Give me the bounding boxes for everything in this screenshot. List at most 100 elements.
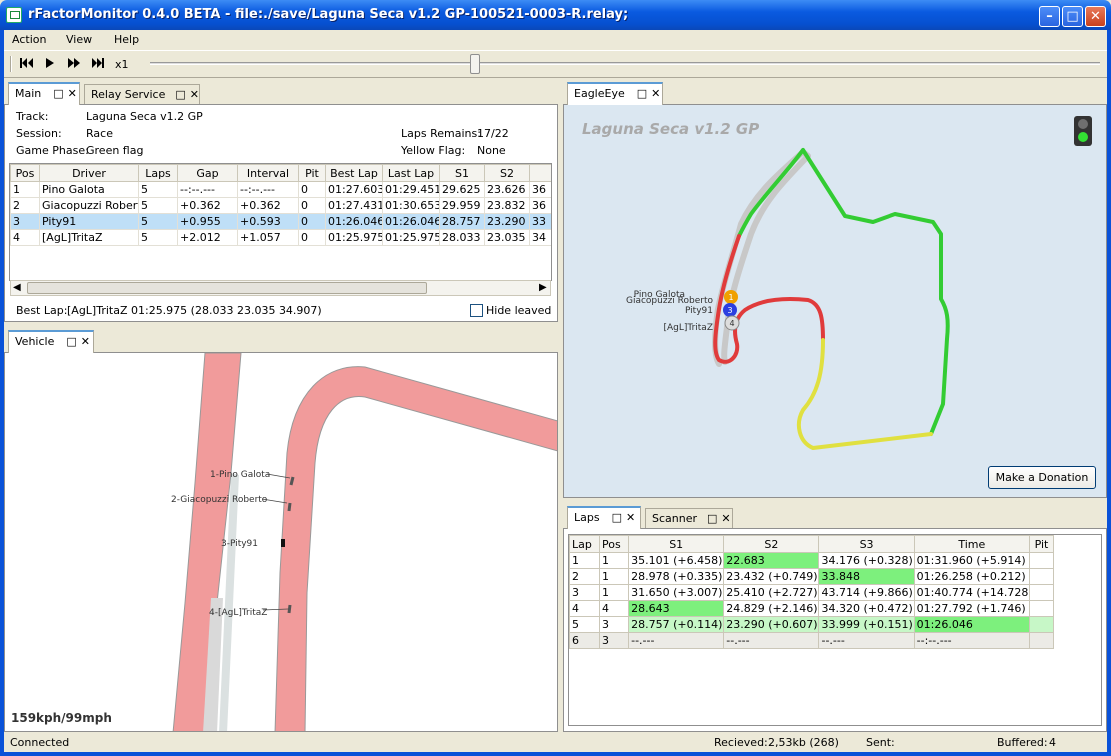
- standings-header[interactable]: Gap: [177, 164, 238, 182]
- table-cell: 1: [599, 584, 630, 601]
- timeline-track[interactable]: [150, 62, 1100, 65]
- tab-eagleeye[interactable]: EagleEye □ ✕: [567, 82, 663, 105]
- table-row[interactable]: 4 [AgL]TritaZ 5 +2.012 +1.057 0 01:25.975 01:25…: [10, 229, 551, 246]
- restore-icon[interactable]: □: [707, 512, 717, 525]
- table-cell: 6: [569, 632, 601, 649]
- tab-vehicle-label: Vehicle: [15, 335, 55, 348]
- laps-header[interactable]: Pit: [1028, 535, 1055, 553]
- standings-header[interactable]: S2: [484, 164, 530, 182]
- restore-icon[interactable]: □: [53, 87, 63, 100]
- sent-label: Sent:: [866, 736, 895, 749]
- close-icon[interactable]: ✕: [81, 335, 90, 348]
- menu-action[interactable]: Action: [12, 33, 46, 46]
- laps-header[interactable]: S2: [723, 535, 820, 553]
- laps-header[interactable]: S3: [818, 535, 915, 553]
- skip-end-icon[interactable]: [91, 57, 105, 69]
- track-map: Pino Galota Giacopuzzi Roberto Pity91 [A…: [626, 148, 950, 450]
- menu-view[interactable]: View: [66, 33, 92, 46]
- table-cell: 28.978 (+0.335): [628, 568, 725, 585]
- table-row[interactable]: 5 3 28.757 (+0.114) 23.290 (+0.607) 33.999 (…: [569, 616, 1055, 633]
- menu-bar: Action View Help: [4, 30, 1107, 50]
- table-cell: 01:40.774 (+14.728): [913, 584, 1030, 601]
- standings-header[interactable]: Laps: [138, 164, 178, 182]
- fast-forward-icon[interactable]: [67, 57, 81, 69]
- table-cell: 25.410 (+2.727): [723, 584, 820, 601]
- close-icon[interactable]: ✕: [68, 87, 77, 100]
- maximize-icon[interactable]: □: [1062, 6, 1083, 27]
- track-value: Laguna Seca v1.2 GP: [86, 110, 203, 123]
- table-cell: [1028, 568, 1055, 585]
- table-row[interactable]: 3 1 31.650 (+3.007) 25.410 (+2.727) 43.714 (…: [569, 584, 1055, 601]
- standings-header[interactable]: [529, 164, 551, 182]
- hide-leaved-checkbox[interactable]: [470, 304, 483, 317]
- standings-header[interactable]: Best Lap: [325, 164, 383, 182]
- buffered-label: Buffered:: [997, 736, 1048, 749]
- tab-scanner[interactable]: Scanner □ ✕: [645, 508, 733, 528]
- table-cell: 01:26.046: [382, 213, 440, 230]
- table-row[interactable]: 2 1 28.978 (+0.335) 23.432 (+0.749) 33.848 01…: [569, 568, 1055, 585]
- phase-value: Green flag: [86, 144, 144, 157]
- standings-header[interactable]: S1: [439, 164, 485, 182]
- minimize-icon[interactable]: –: [1039, 6, 1060, 27]
- close-icon[interactable]: ✕: [1085, 6, 1106, 27]
- table-cell: 2: [10, 197, 40, 214]
- scroll-right-icon[interactable]: ▶: [539, 282, 547, 293]
- laps-header[interactable]: S1: [628, 535, 725, 553]
- standings-header[interactable]: Pit: [298, 164, 326, 182]
- close-icon[interactable]: ✕: [626, 511, 635, 524]
- laps-header[interactable]: Time: [913, 535, 1030, 553]
- playback-speed[interactable]: x1: [115, 58, 129, 71]
- laps-header[interactable]: Lap: [569, 535, 601, 553]
- best-lap-label: Best Lap:: [16, 304, 68, 317]
- table-row[interactable]: 3 Pity91 5 +0.955 +0.593 0 01:26.046 01:26.046 2…: [10, 213, 551, 230]
- tab-main[interactable]: Main □ ✕: [8, 82, 80, 105]
- horizontal-scrollbar[interactable]: ◀ ▶: [10, 280, 551, 296]
- table-cell: 5: [138, 181, 178, 198]
- tab-vehicle[interactable]: Vehicle □ ✕: [8, 330, 94, 353]
- play-icon[interactable]: [45, 57, 55, 69]
- restore-icon[interactable]: □: [66, 335, 76, 348]
- standings-header[interactable]: Pos: [10, 164, 40, 182]
- close-icon[interactable]: ✕: [721, 512, 730, 525]
- table-cell: 33: [529, 213, 551, 230]
- table-row[interactable]: 4 4 28.643 24.829 (+2.146) 34.320 (+0.472) 01…: [569, 600, 1055, 617]
- standings-header[interactable]: Last Lap: [382, 164, 440, 182]
- close-icon[interactable]: ✕: [190, 88, 199, 101]
- laps-header[interactable]: Pos: [599, 535, 630, 553]
- table-cell: 3: [10, 213, 40, 230]
- tab-relay-service[interactable]: Relay Service □ ✕: [84, 84, 200, 104]
- tab-relay-label: Relay Service: [91, 88, 166, 101]
- table-row[interactable]: 1 Pino Galota 5 --:--.--- --:--.--- 0 01:27.60…: [10, 181, 551, 198]
- table-cell: Pity91: [39, 213, 139, 230]
- restore-icon[interactable]: □: [612, 511, 622, 524]
- standings-header[interactable]: Driver: [39, 164, 139, 182]
- table-cell: 28.757 (+0.114): [628, 616, 725, 633]
- table-row[interactable]: 1 1 35.101 (+6.458) 22.683 34.176 (+0.328) 01…: [569, 552, 1055, 569]
- car-marker-4-label: 4: [729, 319, 734, 328]
- car-label-2: 2-Giacopuzzi Roberto: [171, 495, 268, 505]
- restore-icon[interactable]: □: [637, 87, 647, 100]
- scroll-thumb[interactable]: [27, 282, 427, 294]
- best-lap-value: [AgL]TritaZ 01:25.975 (28.033 23.035 34.…: [67, 304, 322, 317]
- tab-laps[interactable]: Laps □ ✕: [567, 506, 641, 529]
- table-row[interactable]: 2 Giacopuzzi Roberto 5 +0.362 +0.362 0 01:27.4…: [10, 197, 551, 214]
- table-cell: --:--.---: [913, 632, 1030, 649]
- received-value: 2,53kb (268): [768, 736, 839, 749]
- close-icon[interactable]: ✕: [651, 87, 660, 100]
- table-cell: 36: [529, 197, 551, 214]
- timeline-thumb[interactable]: [470, 54, 480, 74]
- table-cell: --:--.---: [237, 181, 299, 198]
- standings-header[interactable]: Interval: [237, 164, 299, 182]
- table-row[interactable]: 6 3 --.--- --.--- --.--- --:--.---: [569, 632, 1055, 649]
- restore-icon[interactable]: □: [175, 88, 185, 101]
- table-cell: 0: [298, 181, 326, 198]
- table-cell: 29.959: [439, 197, 485, 214]
- donate-button[interactable]: Make a Donation: [988, 466, 1096, 489]
- track-label: Track:: [16, 110, 49, 123]
- rewind-start-icon[interactable]: [20, 57, 34, 69]
- title-bar[interactable]: rFactorMonitor 0.4.0 BETA - file:./save/…: [0, 0, 1111, 30]
- scroll-left-icon[interactable]: ◀: [13, 282, 21, 293]
- menu-help[interactable]: Help: [114, 33, 139, 46]
- table-cell: 35.101 (+6.458): [628, 552, 725, 569]
- status-bar: Connected Recieved: 2,53kb (268) Sent: B…: [4, 734, 1107, 752]
